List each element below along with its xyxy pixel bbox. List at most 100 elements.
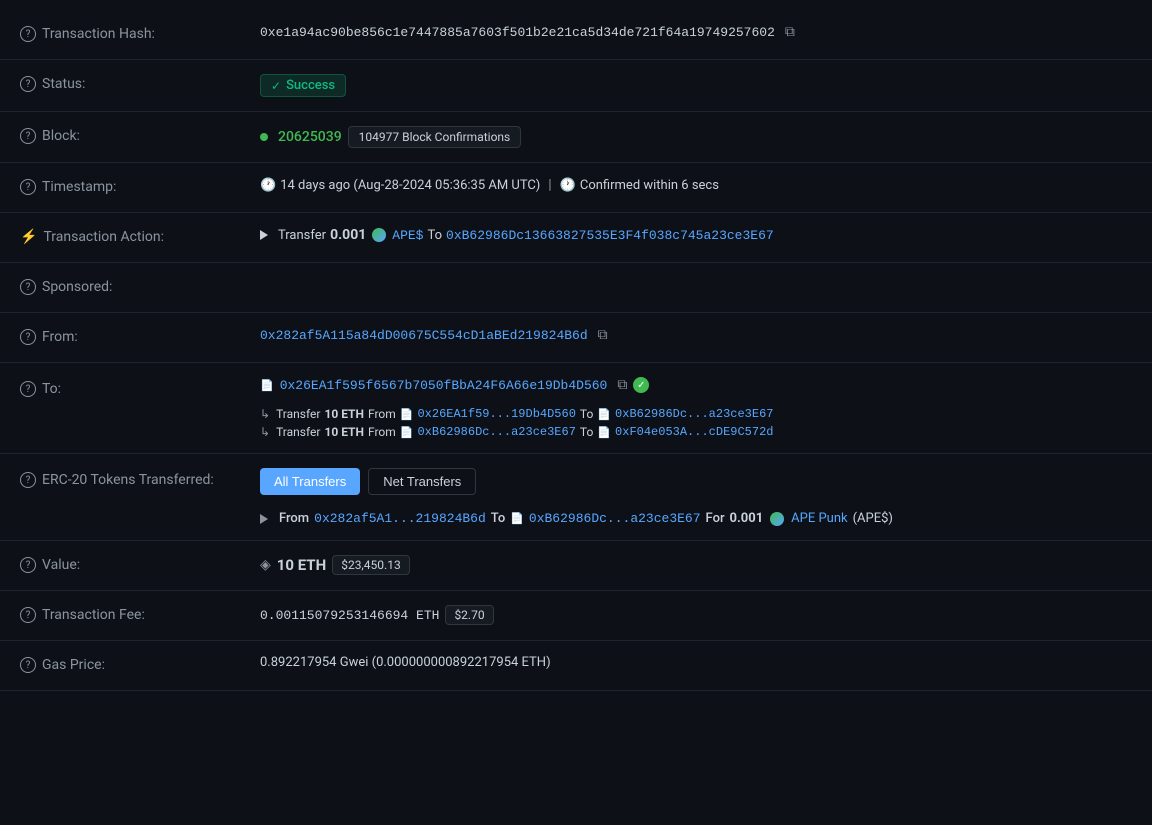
action-to-address[interactable]: 0xB62986Dc13663827535E3F4f038c745a23ce3E… <box>446 228 774 243</box>
block-number-link[interactable]: 20625039 <box>278 129 342 145</box>
erc20-tabs: All Transfers Net Transfers <box>260 468 476 495</box>
transfer-2-amount: 10 ETH <box>324 425 364 439</box>
transfer-1-to-address[interactable]: 0xB62986Dc...a23ce3E67 <box>615 407 773 421</box>
value-value-col: ◈ 10 ETH $23,450.13 <box>260 555 1132 575</box>
action-to-label: To <box>427 228 442 243</box>
transfer-2-verb: Transfer <box>276 425 320 439</box>
gas-label-col: ? Gas Price: <box>20 655 260 673</box>
status-row: ? Status: Success <box>0 60 1152 112</box>
copy-hash-icon[interactable]: ⧉ <box>785 24 795 40</box>
block-confirmations-badge: 104977 Block Confirmations <box>348 126 522 148</box>
transaction-hash-label-col: ? Transaction Hash: <box>20 24 260 42</box>
transfer-1-from-address[interactable]: 0x26EA1f59...19Db4D560 <box>417 407 575 421</box>
sponsored-row: ? Sponsored: <box>0 263 1152 313</box>
value-label-col: ? Value: <box>20 555 260 573</box>
from-help-icon[interactable]: ? <box>20 329 36 345</box>
block-row: ? Block: 20625039 104977 Block Confirmat… <box>0 112 1152 163</box>
transaction-hash-value: 0xe1a94ac90be856c1e7447885a7603f501b2e21… <box>260 25 775 40</box>
transfer-2-to-address[interactable]: 0xF04e053A...cDE9C572d <box>615 425 773 439</box>
gas-row: ? Gas Price: 0.892217954 Gwei (0.0000000… <box>0 641 1152 691</box>
token-dot-icon <box>372 228 386 242</box>
tab-all-transfers[interactable]: All Transfers <box>260 468 360 495</box>
to-label: To: <box>42 381 61 397</box>
erc20-to-file-icon: 📄 <box>510 512 524 525</box>
transfer-line-1: ↳ Transfer 10 ETH From 📄 0x26EA1f59...19… <box>260 407 1132 421</box>
value-usd-badge: $23,450.13 <box>332 555 409 575</box>
transfer-2-from-icon: 📄 <box>400 426 414 439</box>
timestamp-row: ? Timestamp: 🕐 14 days ago (Aug-28-2024 … <box>0 163 1152 213</box>
action-value-col: Transfer 0.001 APE$ To 0xB62986Dc1366382… <box>260 227 1132 243</box>
timestamp-label: Timestamp: <box>42 179 116 195</box>
erc20-to-label: To <box>491 511 505 526</box>
triangle-icon <box>260 230 268 240</box>
from-address-link[interactable]: 0x282af5A115a84dD00675C554cD1aBEd219824B… <box>260 328 588 343</box>
transfer-1-to-label: To <box>580 407 593 421</box>
block-label: Block: <box>42 128 80 144</box>
indent-arrow-2: ↳ <box>260 425 270 439</box>
transfer-2-to-label: To <box>580 425 593 439</box>
transaction-hash-value-col: 0xe1a94ac90be856c1e7447885a7603f501b2e21… <box>260 24 1132 40</box>
erc20-row: ? ERC-20 Tokens Transferred: All Transfe… <box>0 454 1152 541</box>
transfer-line-2: ↳ Transfer 10 ETH From 📄 0xB62986Dc...a2… <box>260 425 1132 439</box>
transaction-details-container: ? Transaction Hash: 0xe1a94ac90be856c1e7… <box>0 0 1152 701</box>
verified-check-icon: ✓ <box>633 377 649 393</box>
gas-value: 0.892217954 Gwei (0.000000000892217954 E… <box>260 655 551 670</box>
copy-from-icon[interactable]: ⧉ <box>598 327 608 343</box>
fee-value-col: 0.00115079253146694 ETH $2.70 <box>260 605 1132 625</box>
fee-row: ? Transaction Fee: 0.00115079253146694 E… <box>0 591 1152 641</box>
transfer-1-amount: 10 ETH <box>324 407 364 421</box>
block-value-col: 20625039 104977 Block Confirmations <box>260 126 1132 148</box>
erc20-token-name[interactable]: APE Punk <box>791 511 847 526</box>
action-token-link[interactable]: APE$ <box>392 228 423 243</box>
from-label: From: <box>42 329 78 345</box>
to-help-icon[interactable]: ? <box>20 381 36 397</box>
transfer-2-to-icon: 📄 <box>597 426 611 439</box>
sponsored-label-col: ? Sponsored: <box>20 277 260 295</box>
gas-help-icon[interactable]: ? <box>20 657 36 673</box>
erc20-to-address[interactable]: 0xB62986Dc...a23ce3E67 <box>529 511 701 526</box>
erc20-label-col: ? ERC-20 Tokens Transferred: <box>20 468 260 488</box>
erc20-help-icon[interactable]: ? <box>20 472 36 488</box>
fee-eth-amount: 0.00115079253146694 ETH <box>260 608 439 623</box>
transfer-2-from-address[interactable]: 0xB62986Dc...a23ce3E67 <box>417 425 575 439</box>
to-transfers-list: ↳ Transfer 10 ETH From 📄 0x26EA1f59...19… <box>260 407 1132 439</box>
tab-net-transfers[interactable]: Net Transfers <box>368 468 476 495</box>
status-value-col: Success <box>260 74 1132 97</box>
gas-value-col: 0.892217954 Gwei (0.000000000892217954 E… <box>260 655 1132 670</box>
fee-label: Transaction Fee: <box>42 607 145 623</box>
sponsored-help-icon[interactable]: ? <box>20 279 36 295</box>
from-label-col: ? From: <box>20 327 260 345</box>
block-help-icon[interactable]: ? <box>20 128 36 144</box>
erc20-token-dot-icon <box>770 512 784 526</box>
hash-help-icon[interactable]: ? <box>20 26 36 42</box>
sponsored-label: Sponsored: <box>42 279 112 295</box>
status-help-icon[interactable]: ? <box>20 76 36 92</box>
transfer-2-from-label: From <box>368 425 396 439</box>
timestamp-confirmed: Confirmed within 6 secs <box>580 178 719 193</box>
to-value-col: 📄 0x26EA1f595f6567b7050fBbA24F6A66e19Db4… <box>260 377 1132 439</box>
value-eth-amount: 10 ETH <box>277 556 326 574</box>
from-value-col: 0x282af5A115a84dD00675C554cD1aBEd219824B… <box>260 327 1132 343</box>
erc20-token-symbol: (APE$) <box>853 511 893 526</box>
action-label: Transaction Action: <box>43 229 164 245</box>
fee-help-icon[interactable]: ? <box>20 607 36 623</box>
block-green-dot <box>260 133 268 141</box>
action-label-col: ⚡ Transaction Action: <box>20 227 260 245</box>
erc20-value-col: All Transfers Net Transfers From 0x282af… <box>260 468 1132 526</box>
to-address-link[interactable]: 0x26EA1f595f6567b7050fBbA24F6A66e19Db4D5… <box>280 378 608 393</box>
gas-label: Gas Price: <box>42 657 105 673</box>
clock-icon-2: 🕐 <box>560 178 576 193</box>
timestamp-help-icon[interactable]: ? <box>20 179 36 195</box>
erc20-label: ERC-20 Tokens Transferred: <box>42 472 214 488</box>
erc20-for-amount: 0.001 <box>730 511 764 526</box>
value-help-icon[interactable]: ? <box>20 557 36 573</box>
transfer-1-verb: Transfer <box>276 407 320 421</box>
timestamp-label-col: ? Timestamp: <box>20 177 260 195</box>
erc20-transfer-line: From 0x282af5A1...219824B6d To 📄 0xB6298… <box>260 511 893 526</box>
erc20-for-label: For <box>706 511 725 526</box>
timestamp-value-col: 🕐 14 days ago (Aug-28-2024 05:36:35 AM U… <box>260 177 1132 193</box>
erc20-from-address[interactable]: 0x282af5A1...219824B6d <box>314 511 486 526</box>
fee-label-col: ? Transaction Fee: <box>20 605 260 623</box>
value-row: ? Value: ◈ 10 ETH $23,450.13 <box>0 541 1152 591</box>
copy-to-icon[interactable]: ⧉ <box>617 377 627 393</box>
